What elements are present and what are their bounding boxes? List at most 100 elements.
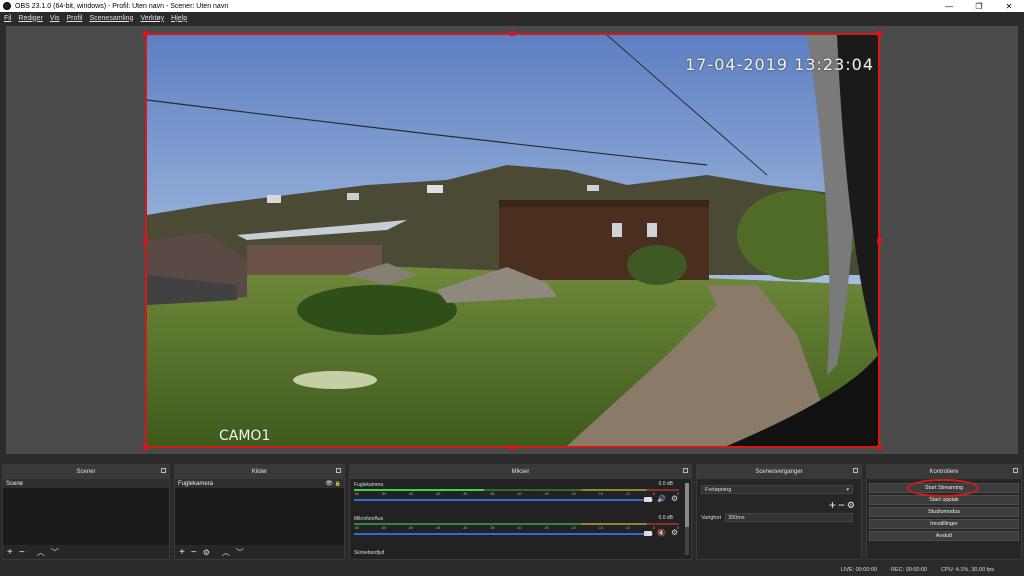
scenes-dock-header: Scener <box>3 465 169 479</box>
transitions-dock-title: Sceneoverganger <box>755 469 803 475</box>
scenes-list: Scene <box>3 479 169 545</box>
menu-file[interactable]: Fil <box>4 15 11 22</box>
float-dock-icon[interactable] <box>161 468 166 473</box>
add-transition-icon[interactable]: + <box>829 498 836 512</box>
transitions-dock: Sceneoverganger Forløpning ▾ + − ⚙ Varig… <box>696 464 862 560</box>
exit-button[interactable]: Avslutt <box>869 531 1019 541</box>
sources-dock-title: Kilder <box>251 469 268 475</box>
mixer-dock-header: Mikser <box>350 465 691 479</box>
restore-button[interactable]: ❐ <box>964 0 994 12</box>
rec-time: REC: 00:00:00 <box>891 567 928 573</box>
obs-logo-icon <box>3 2 11 10</box>
transition-settings-gear-icon[interactable]: ⚙ <box>847 500 855 511</box>
controls-dock: Kontrollere Start Streaming Start opptak… <box>866 464 1022 560</box>
resize-handle-bottom-right[interactable] <box>877 445 882 450</box>
resize-handle-top-right[interactable] <box>877 31 882 36</box>
channel-name: Mikrofon/Aux <box>354 516 384 522</box>
sources-dock: Kilder Fuglekamera 👁 🔒 + − ⚙ ︿ ﹀ <box>174 464 345 560</box>
float-dock-icon[interactable] <box>336 468 341 473</box>
audio-meter <box>354 489 679 491</box>
sources-toolbar: + − ⚙ ︿ ﹀ <box>175 545 344 559</box>
audio-meter <box>354 523 679 525</box>
source-item[interactable]: Fuglekamera 👁 🔒 <box>175 479 344 488</box>
channel-db: 0.0 dB <box>658 481 673 487</box>
window-title: OBS 23.1.0 (64-bit, windows) - Profil: U… <box>15 2 229 10</box>
mixer-channel: Skrivebordlyd <box>350 547 691 561</box>
settings-button[interactable]: Innstillinger <box>869 519 1019 529</box>
volume-slider[interactable] <box>354 533 653 535</box>
add-scene-icon[interactable]: + <box>7 547 13 558</box>
remove-source-icon[interactable]: − <box>191 547 197 558</box>
menu-scene-collection[interactable]: Scenesamling <box>89 15 133 22</box>
transition-controls: + − ⚙ <box>829 498 855 512</box>
mixer-channel: Fuglekamera 0.0 dB -60 -55 -50 -45 -40 -35 -30… <box>350 479 691 513</box>
lock-icon[interactable]: 🔒 <box>335 481 341 487</box>
channel-settings-gear-icon[interactable]: ⚙ <box>671 528 678 537</box>
studio-mode-button[interactable]: Studiomodus <box>869 507 1019 517</box>
resize-handle-top[interactable] <box>510 31 515 36</box>
resize-handle-right[interactable] <box>877 238 882 243</box>
chevron-down-icon: ▾ <box>846 486 849 493</box>
source-properties-gear-icon[interactable]: ⚙ <box>203 548 210 557</box>
mixer-dock-title: Mikser <box>511 469 530 475</box>
visibility-eye-icon[interactable]: 👁 <box>325 480 333 487</box>
move-down-icon[interactable]: ﹀ <box>236 547 244 558</box>
move-up-icon[interactable]: ︿ <box>222 547 230 558</box>
transition-select[interactable]: Forløpning ▾ <box>701 485 853 494</box>
status-bar: LIVE: 00:00:00 REC: 00:00:00 CPU: 4.1%, … <box>0 564 1024 576</box>
volume-slider-knob[interactable] <box>644 497 652 502</box>
menu-tools[interactable]: Verktøy <box>140 15 164 22</box>
duration-value: 300ms <box>728 514 745 521</box>
live-time: LIVE: 00:00:00 <box>840 567 878 573</box>
channel-settings-gear-icon[interactable]: ⚙ <box>671 494 678 503</box>
resize-handle-bottom-left[interactable] <box>143 445 148 450</box>
add-source-icon[interactable]: + <box>179 547 185 558</box>
minimize-button[interactable]: — <box>934 0 964 12</box>
transition-select-value: Forløpning <box>705 486 732 493</box>
resize-handle-left[interactable] <box>143 238 148 243</box>
transitions-dock-header: Sceneoverganger <box>697 465 861 479</box>
sources-list: Fuglekamera 👁 🔒 <box>175 479 344 545</box>
scenes-dock: Scener Scene + − ︿ ﹀ <box>2 464 170 560</box>
duration-input[interactable]: 300ms <box>725 513 853 522</box>
camera-label: CAMO1 <box>219 428 271 444</box>
float-dock-icon[interactable] <box>853 468 858 473</box>
menu-profile[interactable]: Profil <box>67 15 83 22</box>
menu-bar: Fil Rediger Vis Profil Scenesamling Verk… <box>0 12 1024 24</box>
annotation-highlight-ring <box>907 479 979 497</box>
menu-edit[interactable]: Rediger <box>18 15 43 22</box>
remove-scene-icon[interactable]: − <box>19 547 25 558</box>
mixer-body: Fuglekamera 0.0 dB -60 -55 -50 -45 -40 -35 -30… <box>350 479 691 559</box>
resize-handle-bottom[interactable] <box>510 445 515 450</box>
cpu-fps: CPU: 4.1%, 30.00 fps <box>941 567 994 573</box>
scenes-toolbar: + − ︿ ﹀ <box>3 545 169 559</box>
camera-timestamp: 17-04-2019 13:23:04 <box>685 55 874 74</box>
menu-view[interactable]: Vis <box>50 15 60 22</box>
meter-ticks: -60 -55 -50 -45 -40 -35 -30 -25 -20 -15 -10 -5 0 <box>354 526 679 530</box>
channel-db: 0.0 dB <box>658 515 673 521</box>
volume-slider-knob[interactable] <box>644 531 652 536</box>
resize-handle-top-left[interactable] <box>143 31 148 36</box>
move-up-icon[interactable]: ︿ <box>37 547 45 558</box>
speaker-icon[interactable]: 🔊 <box>657 495 666 503</box>
channel-name: Skrivebordlyd <box>354 550 385 556</box>
float-dock-icon[interactable] <box>683 468 688 473</box>
duration-row: Varighet 300ms <box>701 513 853 522</box>
source-item-label: Fuglekamera <box>178 480 214 487</box>
controls-dock-title: Kontrollere <box>929 469 959 475</box>
scene-item[interactable]: Scene <box>3 479 169 488</box>
menu-help[interactable]: Hjelp <box>171 15 187 22</box>
preview-canvas[interactable]: 17-04-2019 13:23:04 CAMO1 <box>145 33 880 448</box>
scenes-dock-title: Scener <box>76 469 96 475</box>
title-bar: OBS 23.1.0 (64-bit, windows) - Profil: U… <box>0 0 1024 12</box>
mixer-channel: Mikrofon/Aux 0.0 dB -60 -55 -50 -45 -40 -35 -3… <box>350 513 691 547</box>
close-button[interactable]: ✕ <box>994 0 1024 12</box>
meter-ticks: -60 -55 -50 -45 -40 -35 -30 -25 -20 -15 -10 -5 0 <box>354 492 679 496</box>
volume-slider[interactable] <box>354 499 653 501</box>
mixer-scrollbar[interactable] <box>685 483 689 555</box>
remove-transition-icon[interactable]: − <box>838 498 845 512</box>
move-down-icon[interactable]: ﹀ <box>51 547 59 558</box>
mixer-dock: Mikser Fuglekamera 0.0 dB -60 -55 -50 -45 -4… <box>349 464 692 560</box>
float-dock-icon[interactable] <box>1013 468 1018 473</box>
muted-speaker-icon[interactable]: 🔇 <box>657 529 666 537</box>
